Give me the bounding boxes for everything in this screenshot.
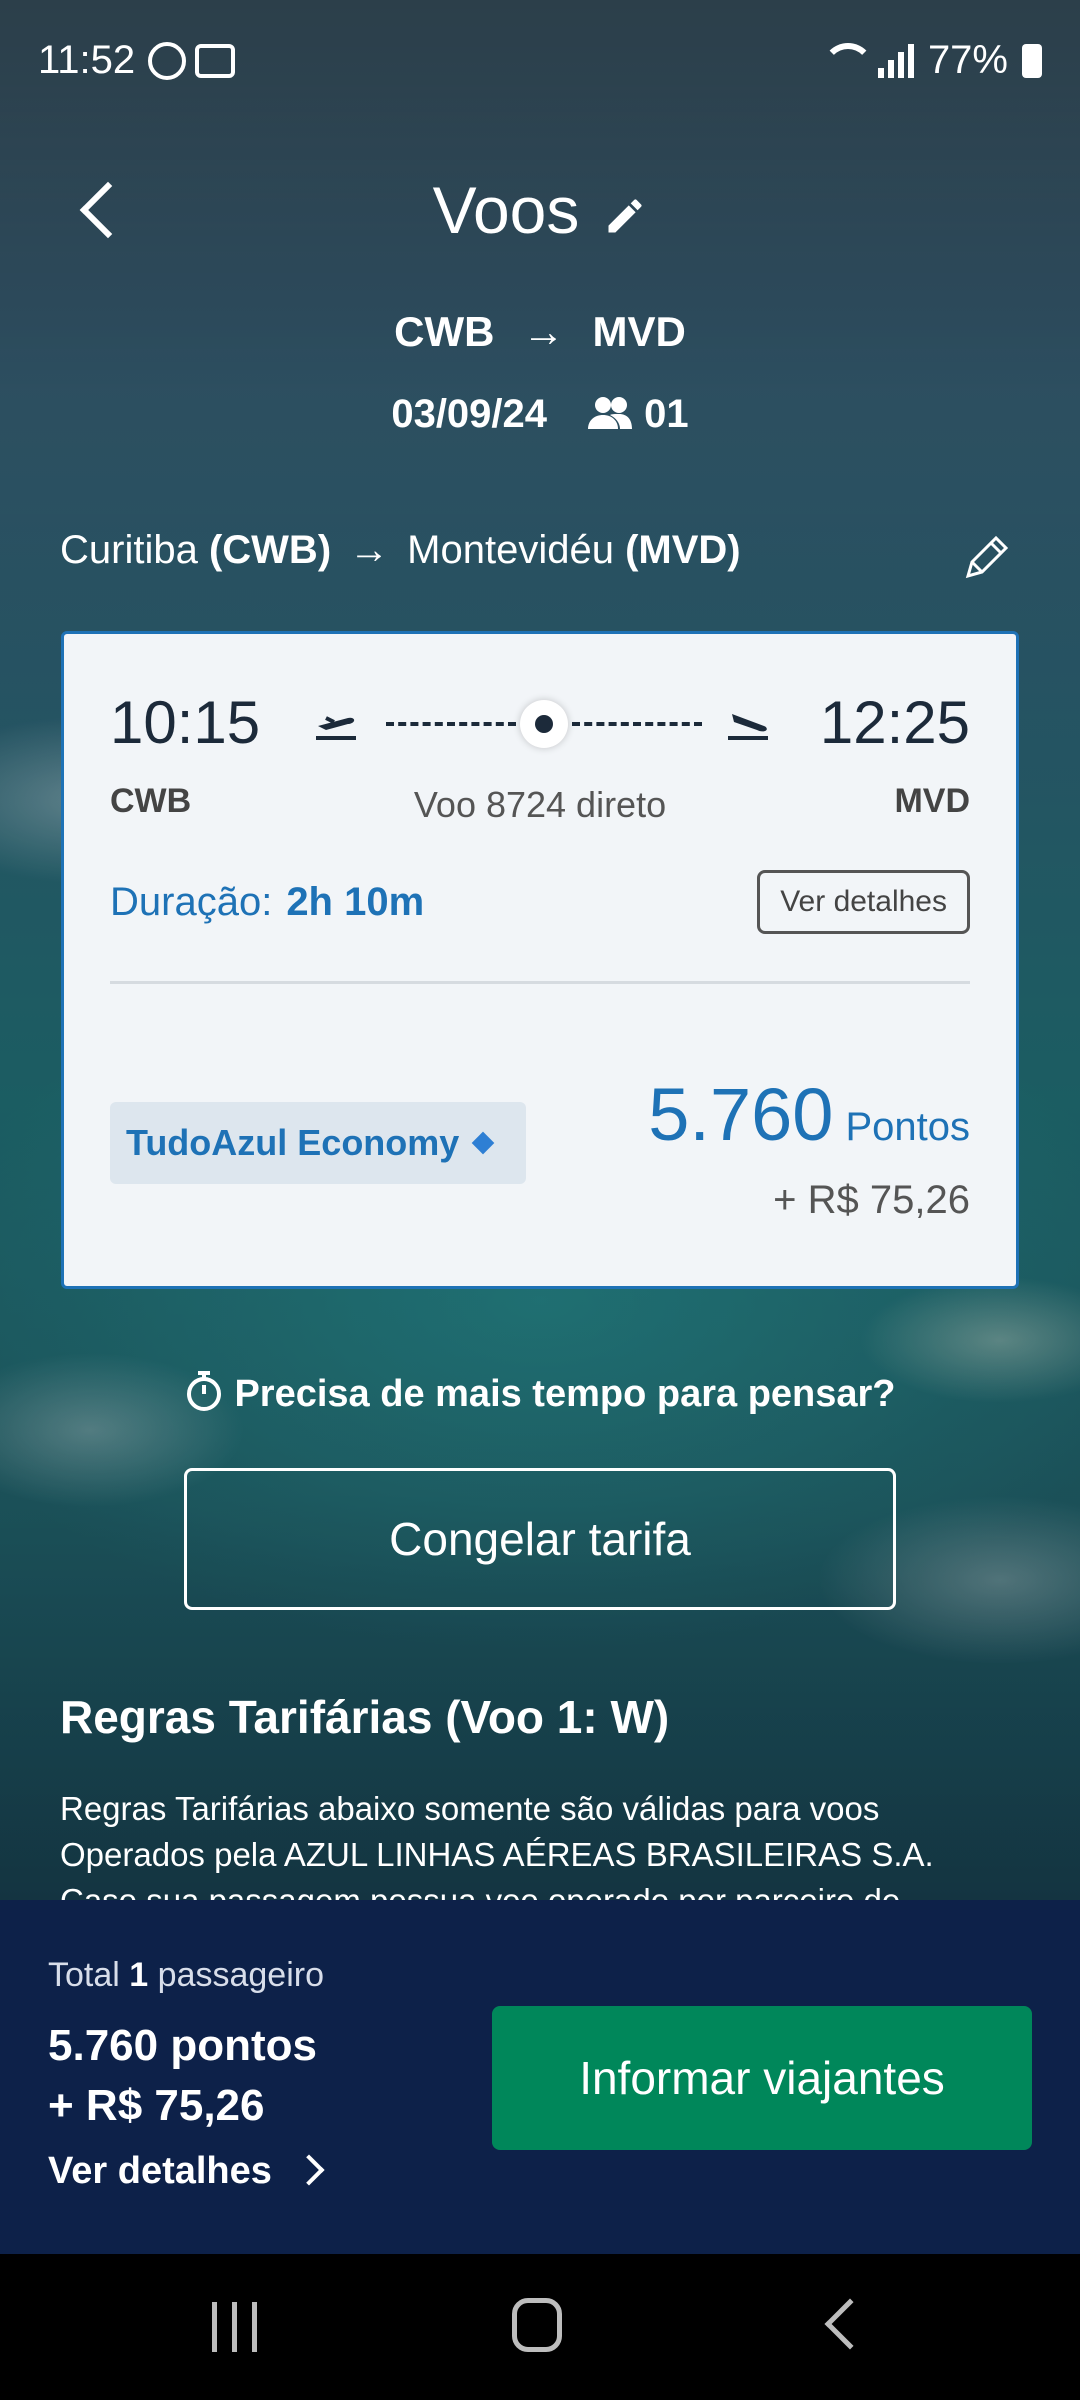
duration-value: 2h 10m: [286, 880, 425, 924]
summary-details-label: Ver detalhes: [48, 2150, 272, 2192]
date-passengers: 03/09/24 01: [0, 392, 1080, 437]
passenger-count: 01: [586, 392, 689, 437]
page-title-text: Voos: [432, 173, 580, 247]
booking-summary-panel: Total 1 passageiro 5.760 pontos + R$ 75,…: [0, 1900, 1080, 2254]
system-nav-bar: [0, 2254, 1080, 2400]
battery-percent: 77%: [927, 38, 1008, 82]
diamond-icon: [472, 1131, 495, 1155]
people-icon: [588, 397, 633, 429]
total-money: + R$ 75,26: [48, 2081, 265, 2130]
route-cities: Curitiba (CWB) → Montevidéu (MVD): [60, 528, 741, 573]
edit-search-icon[interactable]: [603, 194, 647, 238]
nav-back-icon[interactable]: [824, 2298, 876, 2350]
status-time: 11:52: [38, 38, 136, 82]
destination-code: MVD: [592, 308, 686, 355]
points-label: Pontos: [845, 1105, 970, 1149]
status-right: 77%: [820, 38, 1042, 83]
route-dash-right: [572, 722, 702, 726]
total-points: 5.760 pontos: [48, 2021, 317, 2070]
origin-code: CWB: [394, 308, 495, 355]
passenger-count-value: 01: [644, 392, 689, 436]
points-value: 5.760: [648, 1073, 834, 1156]
inform-travelers-button[interactable]: Informar viajantes: [492, 2006, 1032, 2150]
whatsapp-icon: [148, 42, 186, 80]
origin-city: Curitiba: [60, 528, 198, 572]
summary-details-link[interactable]: Ver detalhes: [48, 2150, 325, 2193]
flight-card[interactable]: 10:15 12:25 CWB Voo 8724 direto MVD Dura…: [61, 631, 1019, 1289]
money-price: + R$ 75,26: [773, 1178, 970, 1222]
voicemail-icon: [195, 44, 235, 78]
flight-details-button[interactable]: Ver detalhes: [757, 870, 970, 934]
status-bar: 11:52 77%: [0, 0, 1080, 120]
arrival-time: 12:25: [819, 689, 970, 756]
fare-rules-line-2: Operados pela AZUL LINHAS AÉREAS BRASILE…: [60, 1836, 934, 1873]
total-count: 1: [129, 1956, 149, 1994]
duration-label: Duração:: [110, 880, 273, 924]
freeze-question-text: Precisa de mais tempo para pensar?: [234, 1373, 896, 1415]
fare-rules-line-1: Regras Tarifárias abaixo somente são vál…: [60, 1790, 880, 1827]
fare-rules-title: Regras Tarifárias (Voo 1: W): [60, 1691, 670, 1743]
card-divider: [110, 981, 970, 984]
travel-date: 03/09/24: [391, 392, 548, 436]
total-passengers: Total 1 passageiro: [48, 1956, 324, 1995]
arrow-right-icon: →: [349, 528, 390, 572]
landing-icon: [728, 714, 768, 740]
flight-number: Voo 8724 direto: [413, 784, 667, 825]
signal-icon: [877, 43, 914, 78]
route-codes: CWB → MVD: [0, 308, 1080, 356]
destination-city-code: (MVD): [625, 528, 741, 572]
total-prefix: Total: [48, 1956, 120, 1994]
page-title: Voos: [0, 172, 1080, 248]
route-dash-left: [386, 722, 516, 726]
home-icon[interactable]: [512, 2298, 562, 2352]
duration: Duração: 2h 10m: [110, 880, 424, 925]
battery-icon: [1022, 43, 1042, 78]
points-price: 5.760 Pontos: [648, 1072, 970, 1157]
total-suffix: passageiro: [157, 1956, 324, 1994]
takeoff-icon: [316, 716, 356, 740]
pencil-icon[interactable]: [960, 532, 1012, 584]
arrival-code: MVD: [894, 782, 970, 820]
total-price: 5.760 pontos + R$ 75,26: [48, 2016, 317, 2136]
destination-city: Montevidéu: [407, 528, 614, 572]
fare-family-badge: TudoAzul Economy: [110, 1102, 526, 1184]
arrow-right-icon: →: [522, 308, 565, 355]
origin-city-code: (CWB): [208, 528, 332, 572]
recent-apps-icon[interactable]: [212, 2302, 260, 2352]
chevron-right-icon: [293, 2154, 325, 2186]
route-dot: [520, 700, 568, 748]
departure-time: 10:15: [110, 689, 261, 756]
freeze-question: Precisa de mais tempo para pensar?: [0, 1370, 1080, 1416]
freeze-fare-button[interactable]: Congelar tarifa: [184, 1468, 896, 1610]
wifi-icon: [820, 42, 874, 79]
stopwatch-icon: [187, 1371, 222, 1411]
fare-family-label: TudoAzul Economy: [126, 1122, 460, 1163]
